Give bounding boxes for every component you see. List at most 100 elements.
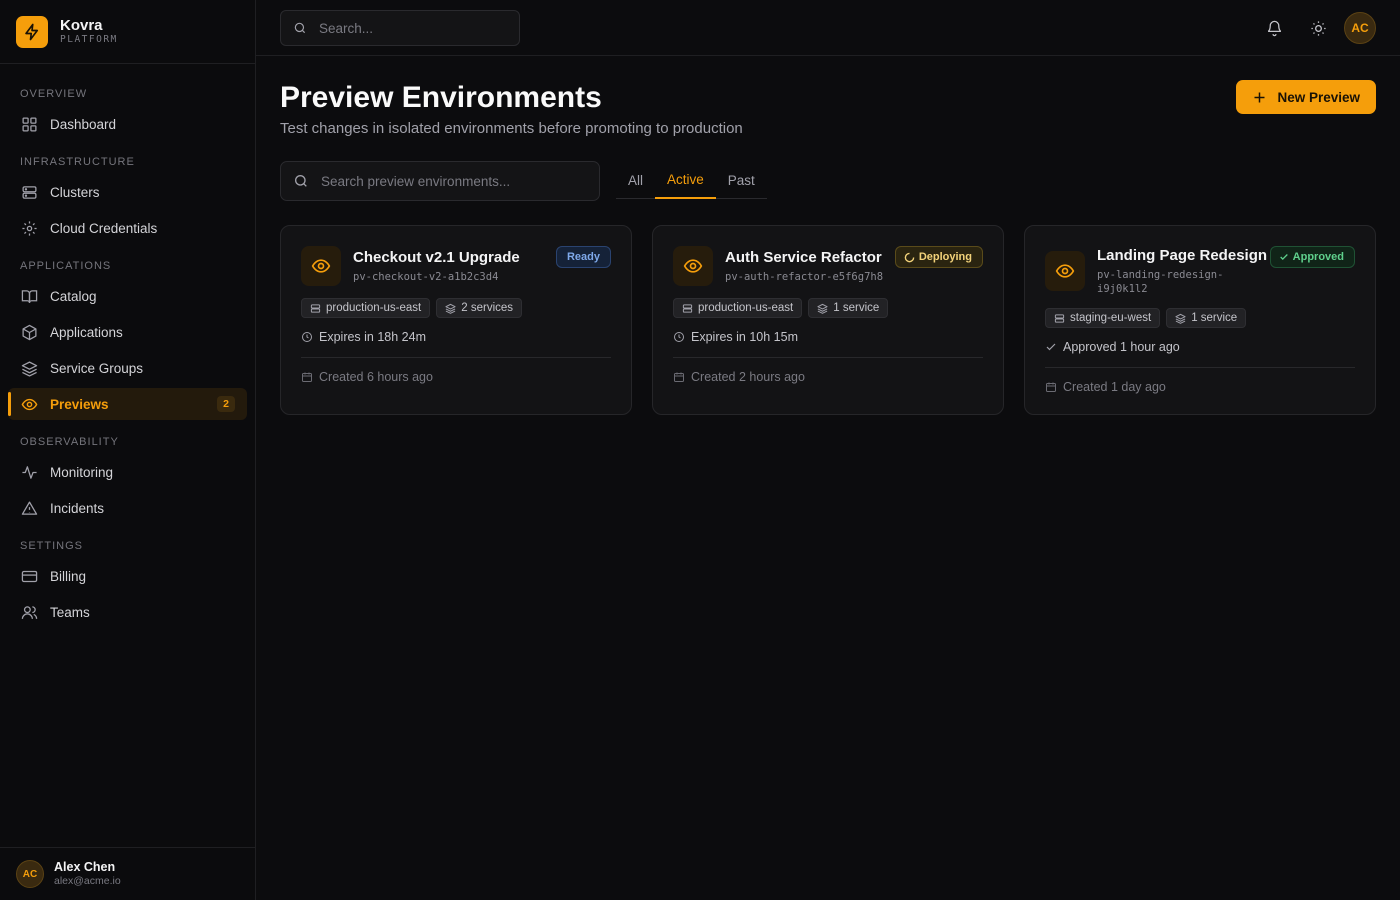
- eye-icon: [301, 246, 341, 286]
- preview-card[interactable]: Auth Service Refactor pv-auth-refactor-e…: [652, 225, 1004, 415]
- status-badge: Deploying: [894, 246, 983, 268]
- approved-text: Approved 1 hour ago: [1063, 340, 1180, 354]
- card-divider: [301, 357, 611, 358]
- tab-active[interactable]: Active: [655, 161, 716, 199]
- card-id: pv-checkout-v2-a1b2c3d4: [353, 271, 499, 283]
- brand-subtitle: PLATFORM: [60, 34, 118, 45]
- sidebar-item-catalog[interactable]: Catalog: [8, 280, 247, 312]
- cluster-label: production-us-east: [698, 302, 794, 314]
- server-icon: [20, 183, 38, 201]
- sun-icon: [1310, 20, 1327, 37]
- search-input[interactable]: [319, 20, 499, 36]
- cluster-chip: production-us-east: [673, 298, 803, 318]
- preview-card[interactable]: Checkout v2.1 Upgrade pv-checkout-v2-a1b…: [280, 225, 632, 415]
- book-icon: [20, 287, 38, 305]
- status-badge: Ready: [555, 246, 611, 268]
- cluster-chip: production-us-east: [301, 298, 431, 318]
- preview-search[interactable]: [280, 161, 600, 201]
- created-line: Created 1 day ago: [1045, 380, 1166, 394]
- new-preview-label: New Preview: [1277, 89, 1360, 105]
- bell-icon: [1266, 20, 1283, 37]
- sidebar-item-billing[interactable]: Billing: [8, 560, 247, 592]
- sidebar-item-label: Clusters: [50, 184, 100, 200]
- warning-icon: [20, 499, 38, 517]
- topbar: AC: [256, 0, 1400, 56]
- card-title: Landing Page Redesign: [1097, 247, 1268, 264]
- tab-past[interactable]: Past: [716, 161, 767, 199]
- global-search[interactable]: [280, 10, 520, 46]
- credit-card-icon: [20, 567, 38, 585]
- bolt-icon: [16, 15, 48, 48]
- sidebar-item-incidents[interactable]: Incidents: [8, 492, 247, 524]
- expiry-line: Expires in 10h 15m: [673, 330, 798, 344]
- notifications-button[interactable]: [1260, 14, 1288, 42]
- sidebar-item-applications[interactable]: Applications: [8, 316, 247, 348]
- layers-icon: [817, 303, 828, 314]
- check-icon: [1279, 252, 1289, 262]
- sidebar-item-cloud-credentials[interactable]: Cloud Credentials: [8, 212, 247, 244]
- gear-icon: [20, 219, 38, 237]
- server-icon: [682, 303, 693, 314]
- sidebar-item-label: Previews: [50, 396, 109, 412]
- server-icon: [310, 303, 321, 314]
- avatar: AC: [16, 860, 44, 888]
- services-chip: 1 service: [1166, 308, 1247, 328]
- section-overview: OVERVIEW: [20, 88, 88, 100]
- user-name: Alex Chen: [54, 860, 116, 874]
- card-id: pv-auth-refactor-e5f6g7h8: [725, 271, 884, 283]
- preview-search-input[interactable]: [321, 173, 581, 189]
- server-icon: [1054, 313, 1065, 324]
- card-title: Checkout v2.1 Upgrade: [353, 249, 520, 266]
- status-label: Deploying: [918, 251, 972, 263]
- sidebar-item-teams[interactable]: Teams: [8, 596, 247, 628]
- brand-name: Kovra: [60, 17, 103, 34]
- section-applications: APPLICATIONS: [20, 260, 112, 272]
- eye-icon: [20, 395, 38, 413]
- user-avatar-button[interactable]: AC: [1344, 12, 1376, 44]
- new-preview-button[interactable]: New Preview: [1236, 80, 1376, 114]
- grid-icon: [20, 115, 38, 133]
- sidebar-item-clusters[interactable]: Clusters: [8, 176, 247, 208]
- eye-icon: [1045, 251, 1085, 291]
- sidebar-item-label: Billing: [50, 568, 87, 584]
- sidebar-item-previews[interactable]: Previews 2: [8, 388, 247, 420]
- card-title: Auth Service Refactor: [725, 249, 882, 266]
- search-icon: [293, 173, 309, 189]
- preview-card[interactable]: Landing Page Redesign pv-landing-redesig…: [1024, 225, 1376, 415]
- sidebar-item-dashboard[interactable]: Dashboard: [8, 108, 247, 140]
- previews-count-badge: 2: [217, 396, 235, 412]
- sidebar-item-service-groups[interactable]: Service Groups: [8, 352, 247, 384]
- sidebar-item-monitoring[interactable]: Monitoring: [8, 456, 247, 488]
- created-line: Created 6 hours ago: [301, 370, 433, 384]
- search-icon: [293, 21, 307, 35]
- created-text: Created 6 hours ago: [319, 370, 433, 384]
- pulse-icon: [20, 463, 38, 481]
- section-infrastructure: INFRASTRUCTURE: [20, 156, 135, 168]
- card-divider: [673, 357, 983, 358]
- user-profile[interactable]: AC Alex Chen alex@acme.io: [0, 847, 255, 900]
- card-id-continued: i9j0k1l2: [1097, 283, 1148, 295]
- sidebar-item-label: Dashboard: [50, 116, 117, 132]
- services-chip: 1 service: [808, 298, 889, 318]
- card-divider: [1045, 367, 1355, 368]
- layers-icon: [445, 303, 456, 314]
- user-email: alex@acme.io: [54, 875, 121, 887]
- sidebar-item-label: Applications: [50, 324, 123, 340]
- sidebar: Kovra PLATFORM OVERVIEW Dashboard INFRAS…: [0, 0, 256, 900]
- tab-all[interactable]: All: [616, 161, 655, 199]
- sidebar-item-label: Incidents: [50, 500, 105, 516]
- sidebar-item-label: Monitoring: [50, 464, 114, 480]
- clock-icon: [301, 331, 313, 343]
- services-label: 1 service: [1191, 312, 1238, 324]
- plus-icon: [1252, 90, 1267, 105]
- sidebar-nav: OVERVIEW Dashboard INFRASTRUCTURE Cluste…: [0, 64, 255, 628]
- expiry-line: Expires in 18h 24m: [301, 330, 426, 344]
- expiry-text: Expires in 10h 15m: [691, 330, 799, 344]
- page-subtitle: Test changes in isolated environments be…: [280, 120, 743, 137]
- filter-tabs: All Active Past: [616, 161, 767, 199]
- section-settings: SETTINGS: [20, 540, 84, 552]
- brand[interactable]: Kovra PLATFORM: [0, 0, 255, 64]
- calendar-icon: [673, 371, 685, 383]
- approved-line: Approved 1 hour ago: [1045, 340, 1180, 354]
- theme-toggle-button[interactable]: [1304, 14, 1332, 42]
